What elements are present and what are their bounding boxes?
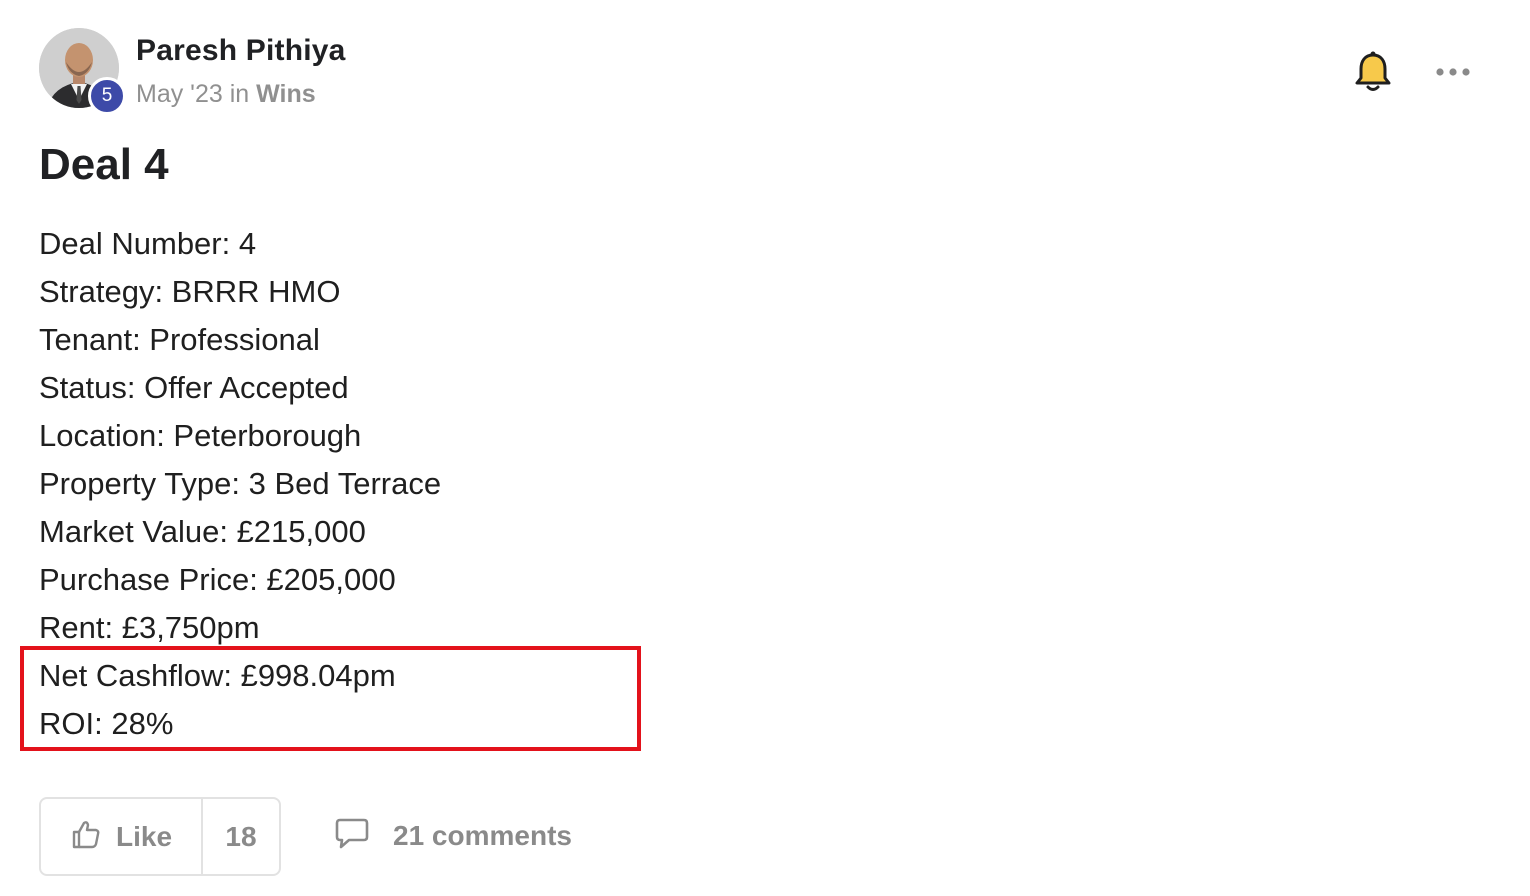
comment-bubble-icon: [333, 817, 371, 856]
body-line-tenant: Tenant: Professional: [39, 322, 320, 357]
body-line-status: Status: Offer Accepted: [39, 370, 349, 405]
level-badge: 5: [88, 77, 126, 115]
post-date: May '23: [136, 80, 223, 108]
like-button[interactable]: Like: [41, 799, 203, 874]
post-title: Deal 4: [39, 140, 169, 189]
body-line-purchase-price: Purchase Price: £205,000: [39, 562, 396, 597]
post-card: 5 Paresh Pithiya May '23 in Wins Deal 4 …: [0, 0, 1530, 896]
body-line-location: Location: Peterborough: [39, 418, 362, 453]
like-group: Like 18: [39, 797, 281, 876]
body-line-market-value: Market Value: £215,000: [39, 514, 366, 549]
like-label: Like: [115, 820, 173, 852]
meta-in-word: in: [229, 80, 250, 108]
author-name[interactable]: Paresh Pithiya: [136, 34, 346, 68]
body-line-property-type: Property Type: 3 Bed Terrace: [39, 466, 442, 501]
bell-icon[interactable]: [1354, 50, 1392, 94]
more-horizontal-icon[interactable]: [1434, 60, 1472, 84]
body-line-strategy: Strategy: BRRR HMO: [39, 274, 341, 309]
highlight-box: [20, 646, 641, 751]
like-count[interactable]: 18: [203, 799, 279, 874]
body-line-rent: Rent: £3,750pm: [39, 610, 260, 645]
thumbs-up-icon: [70, 818, 102, 855]
post-meta: May '23 in Wins: [136, 80, 316, 109]
comments-label: 21 comments: [393, 820, 572, 851]
category-link[interactable]: Wins: [256, 80, 316, 108]
body-line-deal-number: Deal Number: 4: [39, 226, 257, 261]
comments-button[interactable]: 21 comments: [333, 812, 572, 860]
